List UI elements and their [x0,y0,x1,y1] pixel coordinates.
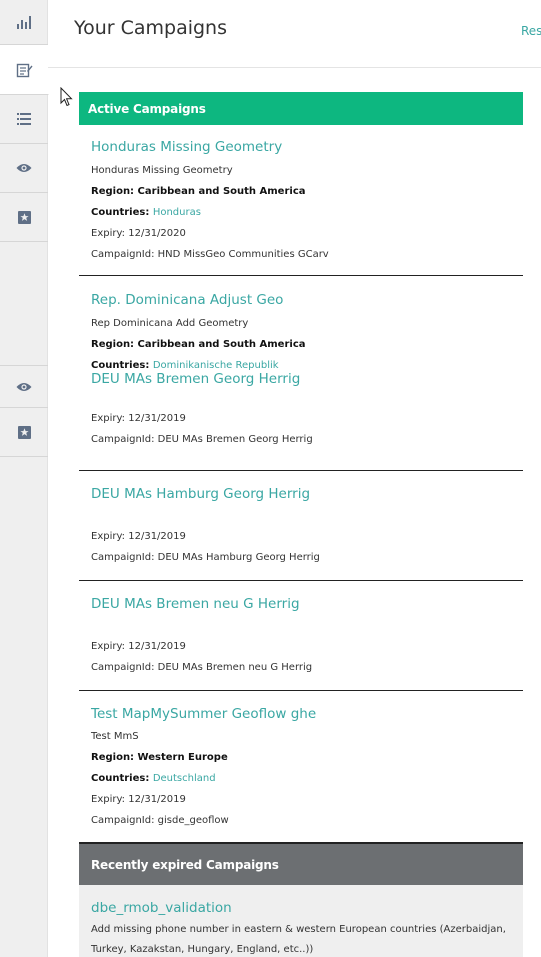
sidebar-item-list[interactable] [0,95,48,144]
campaign-expiry: Expiry: 12/31/2019 [91,531,186,542]
sidebar-item-favorites[interactable] [0,193,48,242]
campaign-card[interactable]: DEU MAs Bremen neu G Herrig Expiry: 12/3… [79,581,523,691]
campaign-expiry: Expiry: 12/31/2020 [91,228,186,239]
sidebar [0,0,49,957]
sidebar-item-watch-2[interactable] [0,365,48,408]
campaign-id: CampaignId: gisde_geoflow [91,815,229,826]
campaign-card[interactable]: DEU MAs Bremen Georg Herrig Expiry: 12/3… [79,370,523,471]
campaign-title[interactable]: DEU MAs Bremen neu G Herrig [91,595,300,613]
campaign-expiry: Expiry: 12/31/2019 [91,413,186,424]
expired-campaign-card[interactable]: dbe_rmob_validation Add missing phone nu… [79,885,523,957]
campaign-title[interactable]: dbe_rmob_validation [91,899,232,917]
campaign-expiry: Expiry: 12/31/2019 [91,794,186,805]
campaign-subtitle: Rep Dominicana Add Geometry [91,318,249,329]
campaign-title[interactable]: Honduras Missing Geometry [91,138,282,156]
list-icon [17,113,31,125]
country-link[interactable]: Honduras [153,207,201,218]
edit-campaign-icon [16,63,32,77]
page-title: Your Campaigns [74,17,228,39]
campaign-expiry: Expiry: 12/31/2019 [91,641,186,652]
campaign-card[interactable]: Rep. Dominicana Adjust Geo Rep Dominican… [79,276,523,471]
reset-link[interactable]: Rese [521,24,541,38]
page-header: Your Campaigns Rese [48,0,541,68]
campaign-list: Active Campaigns Honduras Missing Geomet… [79,92,523,957]
campaign-region: Region: Caribbean and South America [91,186,306,197]
campaign-subtitle: Test MmS [91,731,139,742]
campaign-countries: Countries: Honduras [91,207,201,218]
star-icon [17,210,31,224]
sidebar-item-favorites-2[interactable] [0,408,48,457]
campaign-id: CampaignId: DEU MAs Bremen neu G Herrig [91,662,313,673]
campaign-id: CampaignId: DEU MAs Bremen Georg Herrig [91,434,313,445]
campaign-description: Add missing phone number in eastern & we… [91,924,506,955]
eye-icon [16,382,32,391]
campaign-card[interactable]: DEU MAs Hamburg Georg Herrig Expiry: 12/… [79,471,523,581]
campaign-title[interactable]: DEU MAs Bremen Georg Herrig [91,370,300,388]
expired-campaigns-header: Recently expired Campaigns [79,844,523,885]
campaign-subtitle: Honduras Missing Geometry [91,165,233,176]
sidebar-item-watch[interactable] [0,144,48,193]
campaign-region: Region: Western Europe [91,752,228,763]
campaign-id: CampaignId: DEU MAs Hamburg Georg Herrig [91,552,320,563]
campaign-title[interactable]: Rep. Dominicana Adjust Geo [91,291,283,309]
country-link[interactable]: Deutschland [153,773,216,784]
campaign-id: CampaignId: HND MissGeo Communities GCar… [91,249,329,260]
campaign-card[interactable]: Test MapMySummer Geoflow ghe Test MmS Re… [79,691,523,844]
sidebar-item-campaigns[interactable] [0,45,49,95]
mouse-cursor-icon [60,87,73,107]
campaign-title[interactable]: DEU MAs Hamburg Georg Herrig [91,485,310,503]
eye-icon [16,164,32,172]
campaign-card[interactable]: Honduras Missing Geometry Honduras Missi… [79,125,523,276]
active-campaigns-header: Active Campaigns [79,92,523,125]
campaign-countries: Countries: Deutschland [91,773,216,784]
campaign-countries: Countries: Dominikanische Republik [91,360,279,370]
sidebar-item-stats[interactable] [0,0,48,45]
campaign-title[interactable]: Test MapMySummer Geoflow ghe [91,705,316,723]
star-icon [17,425,31,439]
country-link[interactable]: Dominikanische Republik [153,360,279,370]
bar-chart-icon [17,16,31,29]
campaign-region: Region: Caribbean and South America [91,339,306,350]
